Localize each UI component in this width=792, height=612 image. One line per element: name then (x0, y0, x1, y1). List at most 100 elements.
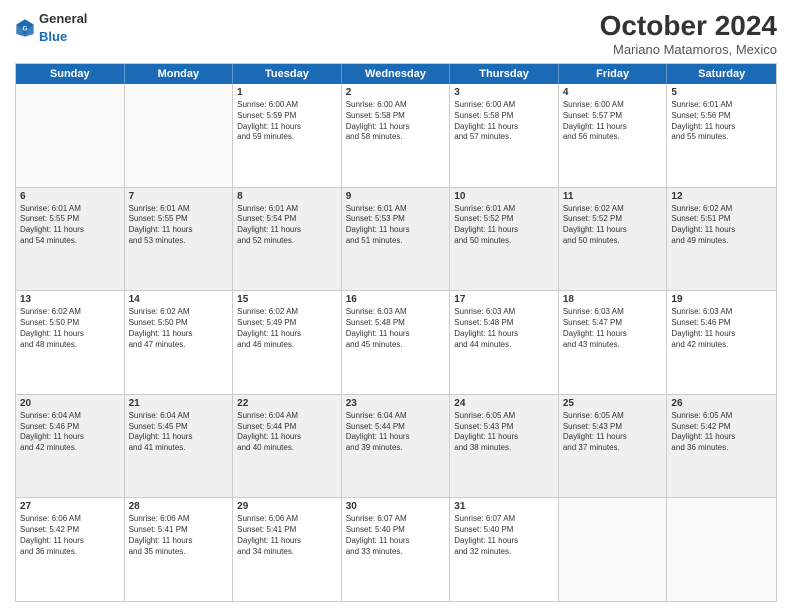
calendar-cell: 25Sunrise: 6:05 AM Sunset: 5:43 PM Dayli… (559, 395, 668, 498)
cell-info: Sunrise: 6:06 AM Sunset: 5:41 PM Dayligh… (237, 514, 337, 557)
calendar-cell: 8Sunrise: 6:01 AM Sunset: 5:54 PM Daylig… (233, 188, 342, 291)
calendar-cell: 21 Sunrise: 6:04 AM Sunset: 5:45 PM Dayli… (125, 395, 234, 498)
calendar-cell: 24 Sunrise: 6:05 AM Sunset: 5:43 PM Dayli… (450, 395, 559, 498)
cell-info: Sunrise: 6:01 AM Sunset: 5:52 PM Dayligh… (454, 204, 554, 247)
title-block: October 2024 Mariano Matamoros, Mexico (600, 10, 777, 57)
calendar-header: SundayMondayTuesdayWednesdayThursdayFrid… (16, 64, 776, 84)
cell-info: Sunrise: 6:02 AM Sunset: 5:50 PM Dayligh… (20, 307, 120, 350)
header-day: Wednesday (342, 64, 451, 84)
day-number: 29 (237, 501, 337, 512)
calendar-cell: 11Sunrise: 6:02 AM Sunset: 5:52 PM Dayli… (559, 188, 668, 291)
subtitle: Mariano Matamoros, Mexico (600, 42, 777, 57)
day-number: 2 (346, 87, 446, 98)
day-number: 19 (671, 294, 772, 305)
day-number: 9 (346, 191, 446, 202)
day-number: 16 (346, 294, 446, 305)
day-number: 7 (129, 191, 229, 202)
day-number: 21 (129, 398, 229, 409)
day-number: 28 (129, 501, 229, 512)
calendar-row: 6 Sunrise: 6:01 AM Sunset: 5:55 PM Daylig… (16, 188, 776, 292)
header-day: Monday (125, 64, 234, 84)
cell-info: Sunrise: 6:07 AM Sunset: 5:40 PM Dayligh… (454, 514, 554, 557)
calendar-cell: 7 Sunrise: 6:01 AM Sunset: 5:55 PM Daylig… (125, 188, 234, 291)
cell-info: Sunrise: 6:04 AM Sunset: 5:45 PM Dayligh… (129, 411, 229, 454)
day-number: 22 (237, 398, 337, 409)
cell-info: Sunrise: 6:02 AM Sunset: 5:50 PM Dayligh… (129, 307, 229, 350)
day-number: 3 (454, 87, 554, 98)
cell-info: Sunrise: 6:02 AM Sunset: 5:52 PM Dayligh… (563, 204, 663, 247)
day-number: 20 (20, 398, 120, 409)
calendar-cell: 13 Sunrise: 6:02 AM Sunset: 5:50 PM Dayli… (16, 291, 125, 394)
logo-general: General (39, 11, 87, 26)
cell-info: Sunrise: 6:03 AM Sunset: 5:48 PM Dayligh… (346, 307, 446, 350)
cell-info: Sunrise: 6:01 AM Sunset: 5:56 PM Dayligh… (671, 100, 772, 143)
day-number: 23 (346, 398, 446, 409)
logo-blue: Blue (39, 29, 67, 44)
calendar-row: 27Sunrise: 6:06 AM Sunset: 5:42 PM Dayli… (16, 498, 776, 601)
calendar-cell: 16 Sunrise: 6:03 AM Sunset: 5:48 PM Dayli… (342, 291, 451, 394)
day-number: 26 (671, 398, 772, 409)
calendar-cell: 5 Sunrise: 6:01 AM Sunset: 5:56 PM Daylig… (667, 84, 776, 187)
calendar-cell: 9 Sunrise: 6:01 AM Sunset: 5:53 PM Daylig… (342, 188, 451, 291)
day-number: 31 (454, 501, 554, 512)
day-number: 13 (20, 294, 120, 305)
cell-info: Sunrise: 6:01 AM Sunset: 5:55 PM Dayligh… (129, 204, 229, 247)
cell-info: Sunrise: 6:03 AM Sunset: 5:47 PM Dayligh… (563, 307, 663, 350)
cell-info: Sunrise: 6:07 AM Sunset: 5:40 PM Dayligh… (346, 514, 446, 557)
day-number: 30 (346, 501, 446, 512)
calendar-cell: 14 Sunrise: 6:02 AM Sunset: 5:50 PM Dayli… (125, 291, 234, 394)
cell-info: Sunrise: 6:04 AM Sunset: 5:44 PM Dayligh… (346, 411, 446, 454)
calendar-cell: 30 Sunrise: 6:07 AM Sunset: 5:40 PM Dayli… (342, 498, 451, 601)
day-number: 1 (237, 87, 337, 98)
calendar-cell: 18Sunrise: 6:03 AM Sunset: 5:47 PM Dayli… (559, 291, 668, 394)
day-number: 6 (20, 191, 120, 202)
logo-icon: G (15, 18, 35, 38)
day-number: 27 (20, 501, 120, 512)
header-day: Tuesday (233, 64, 342, 84)
logo: G General Blue (15, 10, 87, 46)
calendar-row: 1 Sunrise: 6:00 AM Sunset: 5:59 PM Daylig… (16, 84, 776, 188)
day-number: 5 (671, 87, 772, 98)
day-number: 24 (454, 398, 554, 409)
calendar-cell: 17Sunrise: 6:03 AM Sunset: 5:48 PM Dayli… (450, 291, 559, 394)
day-number: 14 (129, 294, 229, 305)
cell-info: Sunrise: 6:05 AM Sunset: 5:42 PM Dayligh… (671, 411, 772, 454)
logo-text: General Blue (39, 10, 87, 46)
day-number: 12 (671, 191, 772, 202)
calendar-cell (559, 498, 668, 601)
header-day: Thursday (450, 64, 559, 84)
calendar-cell: 12 Sunrise: 6:02 AM Sunset: 5:51 PM Dayli… (667, 188, 776, 291)
calendar-cell (16, 84, 125, 187)
calendar-cell: 3 Sunrise: 6:00 AM Sunset: 5:58 PM Daylig… (450, 84, 559, 187)
header-day: Saturday (667, 64, 776, 84)
cell-info: Sunrise: 6:03 AM Sunset: 5:46 PM Dayligh… (671, 307, 772, 350)
calendar-cell: 23 Sunrise: 6:04 AM Sunset: 5:44 PM Dayli… (342, 395, 451, 498)
cell-info: Sunrise: 6:01 AM Sunset: 5:53 PM Dayligh… (346, 204, 446, 247)
cell-info: Sunrise: 6:05 AM Sunset: 5:43 PM Dayligh… (454, 411, 554, 454)
month-title: October 2024 (600, 10, 777, 42)
calendar-cell: 22 Sunrise: 6:04 AM Sunset: 5:44 PM Dayli… (233, 395, 342, 498)
calendar-row: 13 Sunrise: 6:02 AM Sunset: 5:50 PM Dayli… (16, 291, 776, 395)
calendar-cell: 19 Sunrise: 6:03 AM Sunset: 5:46 PM Dayli… (667, 291, 776, 394)
calendar-cell (125, 84, 234, 187)
calendar-cell: 2 Sunrise: 6:00 AM Sunset: 5:58 PM Daylig… (342, 84, 451, 187)
calendar-cell: 26 Sunrise: 6:05 AM Sunset: 5:42 PM Dayli… (667, 395, 776, 498)
day-number: 10 (454, 191, 554, 202)
cell-info: Sunrise: 6:02 AM Sunset: 5:51 PM Dayligh… (671, 204, 772, 247)
cell-info: Sunrise: 6:04 AM Sunset: 5:44 PM Dayligh… (237, 411, 337, 454)
calendar-cell: 27Sunrise: 6:06 AM Sunset: 5:42 PM Dayli… (16, 498, 125, 601)
cell-info: Sunrise: 6:05 AM Sunset: 5:43 PM Dayligh… (563, 411, 663, 454)
calendar-cell: 6Sunrise: 6:01 AM Sunset: 5:55 PM Daylig… (16, 188, 125, 291)
cell-info: Sunrise: 6:02 AM Sunset: 5:49 PM Dayligh… (237, 307, 337, 350)
calendar-cell: 10 Sunrise: 6:01 AM Sunset: 5:52 PM Dayli… (450, 188, 559, 291)
cell-info: Sunrise: 6:00 AM Sunset: 5:58 PM Dayligh… (454, 100, 554, 143)
cell-info: Sunrise: 6:00 AM Sunset: 5:57 PM Dayligh… (563, 100, 663, 143)
calendar-cell: 28Sunrise: 6:06 AM Sunset: 5:41 PM Dayli… (125, 498, 234, 601)
header: G General Blue October 2024 Mariano Mata… (15, 10, 777, 57)
cell-info: Sunrise: 6:00 AM Sunset: 5:58 PM Dayligh… (346, 100, 446, 143)
cell-info: Sunrise: 6:00 AM Sunset: 5:59 PM Dayligh… (237, 100, 337, 143)
calendar: SundayMondayTuesdayWednesdayThursdayFrid… (15, 63, 777, 602)
cell-info: Sunrise: 6:03 AM Sunset: 5:48 PM Dayligh… (454, 307, 554, 350)
calendar-cell: 20Sunrise: 6:04 AM Sunset: 5:46 PM Dayli… (16, 395, 125, 498)
calendar-body: 1 Sunrise: 6:00 AM Sunset: 5:59 PM Daylig… (16, 84, 776, 601)
